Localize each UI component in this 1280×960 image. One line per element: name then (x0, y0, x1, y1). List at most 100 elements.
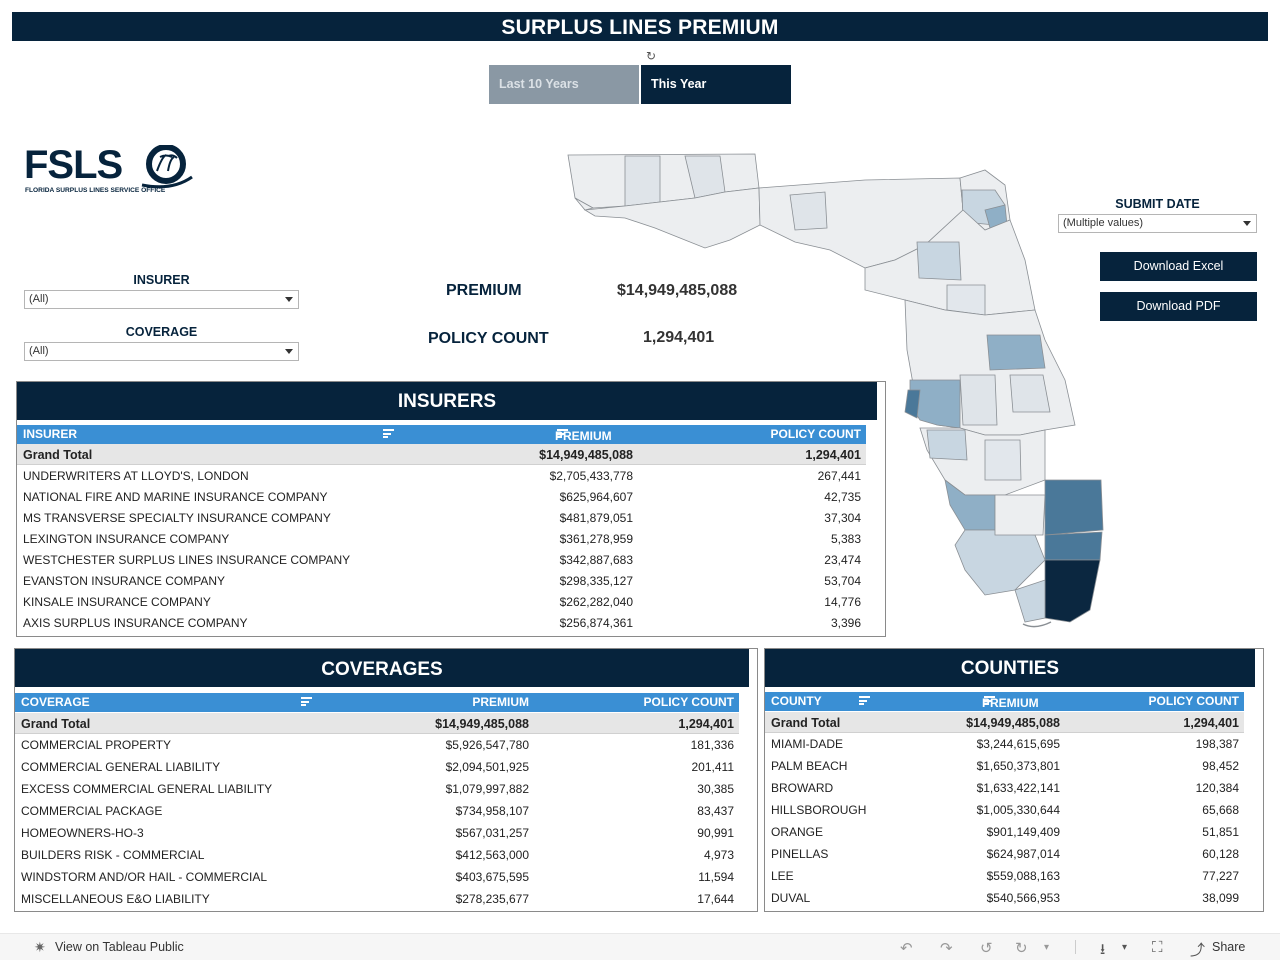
refresh-data-icon[interactable]: ↻ (1015, 939, 1028, 957)
county-shape (1009, 374, 1051, 413)
table-row[interactable]: NATIONAL FIRE AND MARINE INSURANCE COMPA… (17, 486, 866, 507)
policy-count-kpi-label: POLICY COUNT (428, 330, 549, 347)
grand-total-row: Grand Total $14,949,485,088 1,294,401 (17, 444, 866, 465)
county-name: BROWARD (771, 781, 834, 795)
insurer-premium: $625,964,607 (559, 490, 633, 504)
table-row[interactable]: LEE $559,088,163 77,227 (765, 865, 1244, 887)
insurer-name: LEXINGTON INSURANCE COMPANY (23, 532, 230, 546)
redo-icon[interactable]: ↷ (940, 939, 953, 957)
coverage-name: COMMERCIAL PACKAGE (21, 804, 163, 818)
insurer-column-header[interactable]: INSURER (23, 427, 77, 441)
counties-header-row: COUNTY PREMIUM POLICY COUNT (765, 692, 1244, 711)
coverage-name: BUILDERS RISK - COMMERCIAL (21, 848, 205, 862)
county-shape (904, 389, 921, 419)
tableau-toolbar: ✷ View on Tableau Public ↶ ↷ ↺ ↻ ▾ ⭳ ▾ ⛶… (0, 933, 1280, 960)
coverage-premium: $5,926,547,780 (445, 738, 529, 752)
download-icon[interactable]: ⭳ (1100, 939, 1105, 960)
chevron-down-icon[interactable]: ▾ (1044, 942, 1049, 953)
download-excel-button[interactable]: Download Excel (1100, 252, 1257, 281)
coverage-count: 17,644 (697, 892, 734, 906)
table-row[interactable]: LEXINGTON INSURANCE COMPANY $361,278,959 5… (17, 528, 866, 549)
grand-total-count: 1,294,401 (805, 448, 861, 462)
coverage-name: HOMEOWNERS-HO-3 (21, 826, 144, 840)
county-column-header[interactable]: COUNTY (771, 694, 822, 708)
toggle-last-10-years[interactable]: Last 10 Years (489, 65, 639, 104)
county-shape (1044, 479, 1104, 536)
insurer-name: KINSALE INSURANCE COMPANY (23, 595, 211, 609)
share-button[interactable]: Share (1212, 940, 1245, 954)
table-row[interactable]: ORANGE $901,149,409 51,851 (765, 821, 1244, 843)
table-row[interactable]: MISCELLANEOUS E&O LIABILITY $278,235,677 1… (15, 888, 739, 910)
coverage-count: 11,594 (698, 870, 734, 884)
coverages-panel: COVERAGES COVERAGE PREMIUM POLICY COUNT … (14, 648, 758, 912)
toggle-this-year[interactable]: This Year (641, 65, 791, 104)
sort-icon[interactable] (984, 696, 995, 705)
coverage-count: 181,336 (690, 738, 734, 752)
insurer-filter-select[interactable]: (All) (24, 290, 299, 309)
chevron-down-icon (285, 297, 293, 302)
toolbar-divider (1075, 940, 1076, 954)
insurer-premium: $298,335,127 (559, 574, 633, 588)
insurer-premium: $262,282,040 (559, 595, 633, 609)
coverages-header-row: COVERAGE PREMIUM POLICY COUNT (15, 693, 739, 712)
refresh-icon[interactable]: ↻ (644, 49, 658, 63)
county-name: LEE (771, 869, 794, 883)
coverage-count: 90,991 (697, 826, 734, 840)
table-row[interactable]: BROWARD $1,633,422,141 120,384 (765, 777, 1244, 799)
coverage-premium: $567,031,257 (455, 826, 529, 840)
undo-icon[interactable]: ↶ (900, 939, 913, 957)
table-row[interactable]: HOMEOWNERS-HO-3 $567,031,257 90,991 (15, 822, 739, 844)
coverage-count: 201,411 (691, 760, 735, 774)
policy-count-column-header[interactable]: POLICY COUNT (771, 427, 861, 441)
county-premium: $1,650,373,801 (976, 759, 1060, 773)
table-row[interactable]: WINDSTORM AND/OR HAIL - COMMERCIAL $403,6… (15, 866, 739, 888)
insurer-name: AXIS SURPLUS INSURANCE COMPANY (23, 616, 248, 630)
table-row[interactable]: DUVAL $540,566,953 38,099 (765, 887, 1244, 909)
coverage-column-header[interactable]: COVERAGE (21, 695, 90, 709)
grand-total-row: Grand Total $14,949,485,088 1,294,401 (15, 713, 739, 734)
table-row[interactable]: COMMERCIAL GENERAL LIABILITY $2,094,501,9… (15, 756, 739, 778)
county-name: DUVAL (771, 891, 811, 905)
revert-icon[interactable]: ↺ (980, 939, 993, 957)
sort-icon[interactable] (557, 429, 568, 438)
svg-text:FLORIDA SURPLUS LINES SERVICE: FLORIDA SURPLUS LINES SERVICE OFFICE (25, 187, 166, 194)
table-row[interactable]: MIAMI-DADE $3,244,615,695 198,387 (765, 733, 1244, 755)
table-row[interactable]: HILLSBOROUGH $1,005,330,644 65,668 (765, 799, 1244, 821)
fullscreen-icon[interactable]: ⛶ (1152, 939, 1163, 956)
download-pdf-button[interactable]: Download PDF (1100, 292, 1257, 321)
coverage-filter-label: COVERAGE (125, 325, 198, 339)
chevron-down-icon[interactable]: ▾ (1122, 942, 1127, 953)
table-row[interactable]: BUILDERS RISK - COMMERCIAL $412,563,000 4,… (15, 844, 739, 866)
insurers-panel: INSURERS INSURER PREMIUM POLICY COUNT Gr… (16, 381, 886, 637)
county-count: 98,452 (1202, 759, 1239, 773)
table-row[interactable]: WESTCHESTER SURPLUS LINES INSURANCE COMP… (17, 549, 866, 570)
table-row[interactable]: COMMERCIAL PROPERTY $5,926,547,780 181,336 (15, 734, 739, 756)
coverage-filter-select[interactable]: (All) (24, 342, 299, 361)
table-row[interactable]: AXIS SURPLUS INSURANCE COMPANY $256,874,3… (17, 612, 866, 633)
county-premium: $1,005,330,644 (976, 803, 1060, 817)
insurer-filter-value: (All) (29, 293, 49, 305)
premium-column-header[interactable]: PREMIUM (472, 695, 529, 709)
table-row[interactable]: UNDERWRITERS AT LLOYD'S, LONDON $2,705,43… (17, 465, 866, 486)
counties-title: COUNTIES (765, 649, 1255, 687)
table-row[interactable]: KINSALE INSURANCE COMPANY $262,282,040 14,… (17, 591, 866, 612)
insurer-premium: $481,879,051 (559, 511, 633, 525)
share-icon[interactable]: ⤴ (1190, 939, 1205, 960)
insurer-count: 3,396 (830, 616, 861, 630)
policy-count-column-header[interactable]: POLICY COUNT (644, 695, 734, 709)
coverage-name: MISCELLANEOUS E&O LIABILITY (21, 892, 210, 906)
county-name: PINELLAS (771, 847, 829, 861)
view-on-tableau-link[interactable]: View on Tableau Public (55, 940, 184, 954)
county-count: 38,099 (1202, 891, 1239, 905)
insurer-filter-label: INSURER (133, 273, 190, 287)
policy-count-column-header[interactable]: POLICY COUNT (1149, 694, 1239, 708)
insurer-count: 267,441 (817, 469, 861, 483)
table-row[interactable]: PINELLAS $624,987,014 60,128 (765, 843, 1244, 865)
table-row[interactable]: PALM BEACH $1,650,373,801 98,452 (765, 755, 1244, 777)
counties-rows: Grand Total $14,949,485,088 1,294,401 MI… (765, 712, 1244, 909)
county-premium: $1,633,422,141 (976, 781, 1060, 795)
table-row[interactable]: EXCESS COMMERCIAL GENERAL LIABILITY $1,07… (15, 778, 739, 800)
table-row[interactable]: EVANSTON INSURANCE COMPANY $298,335,127 53… (17, 570, 866, 591)
table-row[interactable]: COMMERCIAL PACKAGE $734,958,107 83,437 (15, 800, 739, 822)
table-row[interactable]: MS TRANSVERSE SPECIALTY INSURANCE COMPAN… (17, 507, 866, 528)
